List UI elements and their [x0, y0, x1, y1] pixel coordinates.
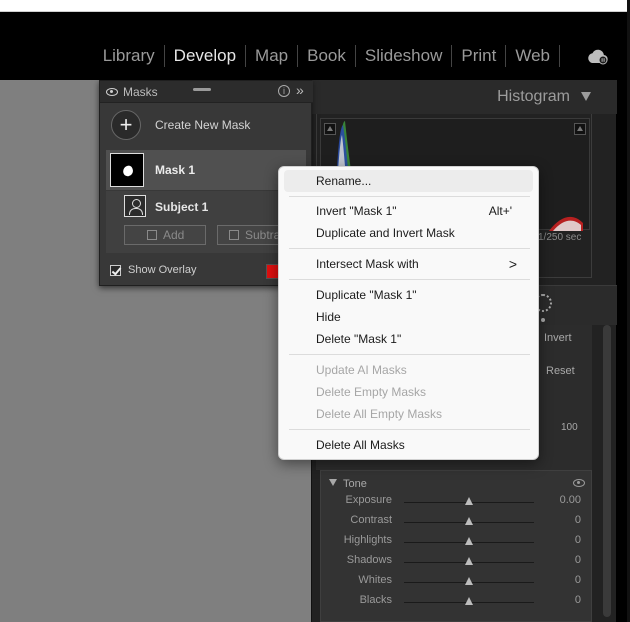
menu-item-delete-all-masks[interactable]: Delete All Masks [284, 434, 533, 456]
subtract-mask-icon [229, 230, 239, 240]
menu-divider [289, 196, 530, 197]
eye-icon[interactable] [106, 88, 118, 96]
drag-handle-icon[interactable] [193, 88, 211, 91]
histogram-header[interactable]: Histogram [312, 80, 617, 114]
tab-print[interactable]: Print [452, 46, 505, 66]
create-new-mask-label: Create New Mask [155, 118, 251, 132]
menu-item-invert-shortcut: Alt+' [488, 204, 512, 218]
create-new-mask-button[interactable]: + Create New Mask [100, 105, 313, 145]
menu-divider [289, 279, 530, 280]
slider-label: Contrast [350, 514, 392, 526]
tab-library[interactable]: Library [94, 46, 164, 66]
collapse-panel-icon[interactable]: » [296, 82, 304, 98]
slider-exposure[interactable]: Exposure 0.00 [321, 491, 593, 511]
slider-shadows[interactable]: Shadows 0 [321, 551, 593, 571]
masks-title: Masks [123, 85, 158, 99]
slider-label: Blacks [359, 594, 392, 606]
visibility-eye-icon[interactable] [573, 479, 585, 487]
panel-scrollbar[interactable] [603, 325, 611, 617]
menu-item-duplicate-invert[interactable]: Duplicate and Invert Mask [284, 222, 533, 244]
slider-label: Shadows [346, 554, 392, 566]
menu-item-intersect-label: Intersect Mask with [316, 257, 419, 271]
menu-item-invert[interactable]: Invert "Mask 1" Alt+' [284, 200, 533, 222]
slider-value[interactable]: 0 [575, 554, 581, 566]
context-menu: Rename... Invert "Mask 1" Alt+' Duplicat… [278, 166, 539, 460]
slider-thumb[interactable] [465, 577, 473, 585]
menu-item-update-ai-masks: Update AI Masks [316, 363, 407, 377]
tab-develop[interactable]: Develop [165, 46, 245, 66]
tab-separator [559, 45, 560, 67]
add-label: Add [163, 228, 185, 242]
menu-item-hide[interactable]: Hide [284, 306, 533, 328]
exif-shutter-speed: 1/250 sec [538, 232, 582, 243]
slider-value[interactable]: 0.00 [560, 494, 581, 506]
slider-thumb[interactable] [465, 557, 473, 565]
tone-section: Tone Exposure 0.00 Contrast 0 Highlights 0 Sha… [320, 470, 592, 622]
slider-thumb[interactable] [465, 597, 473, 605]
slider-thumb[interactable] [465, 537, 473, 545]
cloud-sync-icon[interactable] [586, 48, 610, 66]
mask-shape [121, 164, 135, 178]
show-overlay-checkbox[interactable] [110, 265, 121, 276]
tab-slideshow[interactable]: Slideshow [356, 46, 452, 66]
amount-value: 100 [561, 422, 578, 433]
module-tabs: Library Develop Map Book Slideshow Print… [94, 45, 560, 67]
tab-book[interactable]: Book [298, 46, 355, 66]
slider-value[interactable]: 0 [575, 574, 581, 586]
slider-contrast[interactable]: Contrast 0 [321, 511, 593, 531]
tone-title: Tone [343, 478, 367, 490]
mask-thumbnail [110, 153, 144, 187]
tool-indicator-dot [541, 318, 545, 322]
info-icon[interactable]: i [278, 85, 290, 97]
component-name: Subject 1 [155, 200, 209, 214]
menu-divider [289, 354, 530, 355]
tone-header[interactable]: Tone [329, 478, 367, 490]
mask-list-item[interactable]: Mask 1 [106, 150, 306, 190]
title-strip [0, 0, 630, 12]
slider-value[interactable]: 0 [575, 594, 581, 606]
masks-panel-header[interactable]: Masks i » [100, 81, 313, 103]
slider-blacks[interactable]: Blacks 0 [321, 591, 593, 611]
menu-item-delete-all-empty-masks: Delete All Empty Masks [316, 407, 443, 421]
menu-item-delete[interactable]: Delete "Mask 1" [284, 328, 533, 350]
collapse-triangle-icon[interactable] [581, 92, 591, 101]
slider-whites[interactable]: Whites 0 [321, 571, 593, 591]
mask-name: Mask 1 [155, 163, 196, 177]
menu-item-intersect[interactable]: Intersect Mask with > [284, 253, 533, 275]
mask-component-row[interactable]: Subject 1 [106, 191, 306, 223]
histogram-title: Histogram [497, 88, 570, 105]
plus-icon: + [111, 110, 141, 140]
slider-thumb[interactable] [465, 517, 473, 525]
menu-item-duplicate[interactable]: Duplicate "Mask 1" [284, 284, 533, 306]
module-picker: Library Develop Map Book Slideshow Print… [0, 12, 630, 80]
invert-button[interactable]: Invert [538, 326, 590, 350]
slider-label: Highlights [343, 534, 392, 546]
menu-divider [289, 248, 530, 249]
add-mask-icon [147, 230, 157, 240]
disclosure-triangle-icon [329, 479, 337, 486]
menu-item-invert-label: Invert "Mask 1" [316, 204, 397, 218]
slider-thumb[interactable] [465, 497, 473, 505]
menu-item-delete-empty-masks: Delete Empty Masks [316, 385, 427, 399]
menu-item-rename[interactable]: Rename... [284, 170, 533, 192]
slider-highlights[interactable]: Highlights 0 [321, 531, 593, 551]
slider-label: Exposure [345, 494, 392, 506]
menu-divider [289, 429, 530, 430]
tab-web[interactable]: Web [506, 46, 559, 66]
submenu-chevron-icon: > [508, 256, 517, 272]
slider-value[interactable]: 0 [575, 514, 581, 526]
mask-actions-row: Add Subtra [106, 223, 306, 253]
add-button[interactable]: Add [124, 225, 206, 245]
tab-map[interactable]: Map [246, 46, 297, 66]
slider-label: Whites [358, 574, 392, 586]
slider-value[interactable]: 0 [575, 534, 581, 546]
subject-person-icon [124, 195, 146, 217]
subtract-label: Subtra [245, 228, 281, 242]
reset-button[interactable]: Reset [546, 365, 575, 377]
show-overlay-label[interactable]: Show Overlay [128, 264, 196, 276]
